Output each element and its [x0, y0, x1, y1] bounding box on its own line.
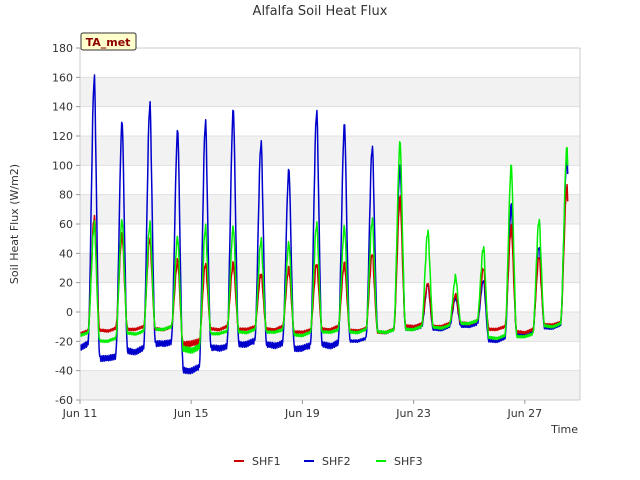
chart-title: Alfalfa Soil Heat Flux [253, 4, 388, 19]
legend-label-shf3: SHF3 [394, 455, 423, 468]
grid-band [80, 370, 580, 400]
x-axis-label: Time [550, 423, 578, 436]
y-axis: -60 -40 -20 0 20 40 60 80 100 120 140 160 180 [52, 42, 80, 407]
legend-label-shf2: SHF2 [322, 455, 351, 468]
y-tick-label: 20 [59, 277, 73, 290]
ta-met-badge-text: TA_met [86, 36, 131, 49]
x-tick-label: Jun 11 [62, 407, 98, 420]
y-axis-label: Soil Heat Flux (W/m2) [8, 164, 21, 284]
x-tick-label: Jun 27 [506, 407, 542, 420]
grid-band [80, 77, 580, 107]
grid-band [80, 253, 580, 283]
legend-label-shf1: SHF1 [252, 455, 281, 468]
grid-band [80, 194, 580, 224]
y-tick-label: 180 [52, 42, 73, 55]
y-tick-label: 80 [59, 189, 73, 202]
x-tick-label: Jun 15 [173, 407, 209, 420]
y-tick-label: 120 [52, 130, 73, 143]
y-tick-label: -20 [55, 335, 73, 348]
x-tick-label: Jun 19 [284, 407, 320, 420]
x-tick-label: Jun 23 [395, 407, 431, 420]
y-tick-label: 100 [52, 159, 73, 172]
grid-band [80, 136, 580, 166]
y-tick-label: -40 [55, 365, 73, 378]
y-tick-label: 140 [52, 101, 73, 114]
y-tick-label: -60 [55, 394, 73, 407]
y-tick-label: 0 [66, 306, 73, 319]
y-tick-label: 60 [59, 218, 73, 231]
y-tick-label: 160 [52, 71, 73, 84]
y-tick-label: 40 [59, 247, 73, 260]
ta-met-badge: TA_met [80, 32, 137, 51]
legend: SHF1 SHF2 SHF3 [234, 455, 423, 468]
chart: Alfalfa Soil Heat Flux -60 -40 -20 0 20 40 60 8… [8, 4, 581, 468]
x-axis: Jun 11 Jun 15 Jun 19 Jun 23 Jun 27 [62, 400, 542, 420]
